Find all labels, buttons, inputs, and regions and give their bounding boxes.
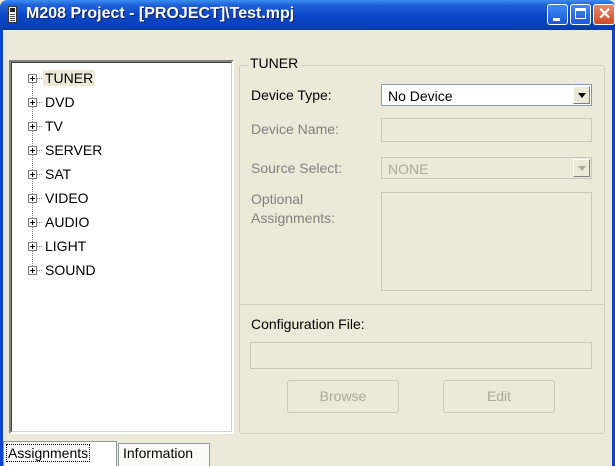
close-button[interactable]: ✕ <box>593 4 615 25</box>
device-type-dropdown[interactable]: No Device <box>381 84 592 106</box>
maximize-icon <box>575 8 586 19</box>
edit-button[interactable]: Edit <box>443 380 555 413</box>
source-select-label: Source Select: <box>251 160 343 176</box>
minimize-button[interactable] <box>547 4 568 25</box>
tree-branch-line <box>37 198 42 199</box>
device-name-field[interactable] <box>381 118 592 142</box>
close-icon: ✕ <box>598 6 612 23</box>
expand-icon[interactable] <box>28 122 37 131</box>
device-name-label: Device Name: <box>251 121 339 137</box>
minimize-icon <box>553 18 560 21</box>
tree-branch-line <box>37 150 42 151</box>
tree-branch-line <box>37 78 42 79</box>
expand-icon[interactable] <box>28 74 37 83</box>
optional-assignments-label-line2: Assignments: <box>251 210 336 226</box>
tree-item-label: TUNER <box>43 70 96 86</box>
tree-branch-line <box>37 102 42 103</box>
tree-item-label: LIGHT <box>45 238 87 254</box>
dropdown-arrow-icon[interactable] <box>573 159 590 177</box>
tree-branch-line <box>37 246 42 247</box>
configuration-file-label: Configuration File: <box>251 316 365 332</box>
browse-button[interactable]: Browse <box>287 380 399 413</box>
source-select-value: NONE <box>388 161 429 177</box>
dropdown-arrow-icon[interactable] <box>573 86 590 104</box>
expand-icon[interactable] <box>28 242 37 251</box>
tree-item-label: AUDIO <box>45 214 90 230</box>
configuration-file-field[interactable] <box>250 342 592 369</box>
tree-branch-line <box>37 222 42 223</box>
optional-assignments-list[interactable] <box>381 192 592 291</box>
expand-icon[interactable] <box>28 98 37 107</box>
tab-assignments-label: Assignments <box>6 444 91 462</box>
optional-assignments-label-line1: Optional <box>251 191 304 207</box>
expand-icon[interactable] <box>28 266 37 275</box>
tab-information[interactable]: Information <box>118 443 210 466</box>
window-title: M208 Project - [PROJECT]\Test.mpj <box>26 5 295 22</box>
title-bar[interactable]: M208 Project - [PROJECT]\Test.mpj ✕ <box>0 0 615 30</box>
expand-icon[interactable] <box>28 170 37 179</box>
device-type-value: No Device <box>388 88 453 104</box>
maximize-button[interactable] <box>570 4 591 25</box>
tree-branch-line <box>37 270 42 271</box>
tree-item-label: TV <box>45 118 63 134</box>
app-icon[interactable] <box>8 6 17 23</box>
tree-item-label: DVD <box>45 94 75 110</box>
groupbox-title: TUNER <box>248 55 301 71</box>
tree-item-label: VIDEO <box>45 190 89 206</box>
expand-icon[interactable] <box>28 218 37 227</box>
source-select-dropdown[interactable]: NONE <box>381 157 592 179</box>
tree-item-label: SERVER <box>45 142 103 158</box>
expand-icon[interactable] <box>28 146 37 155</box>
tree-item-label: SAT <box>45 166 72 182</box>
tree-branch-line <box>37 126 42 127</box>
tree-branch-line <box>37 174 42 175</box>
device-tree[interactable]: TUNER DVD TV SERVER SAT VIDEO AUDIO LIGH… <box>9 60 234 434</box>
tree-item-label: SOUND <box>45 262 96 278</box>
tab-assignments[interactable]: Assignments <box>3 441 117 466</box>
divider <box>240 304 604 305</box>
expand-icon[interactable] <box>28 194 37 203</box>
tab-information-label: Information <box>123 445 194 461</box>
device-type-label: Device Type: <box>251 87 332 103</box>
